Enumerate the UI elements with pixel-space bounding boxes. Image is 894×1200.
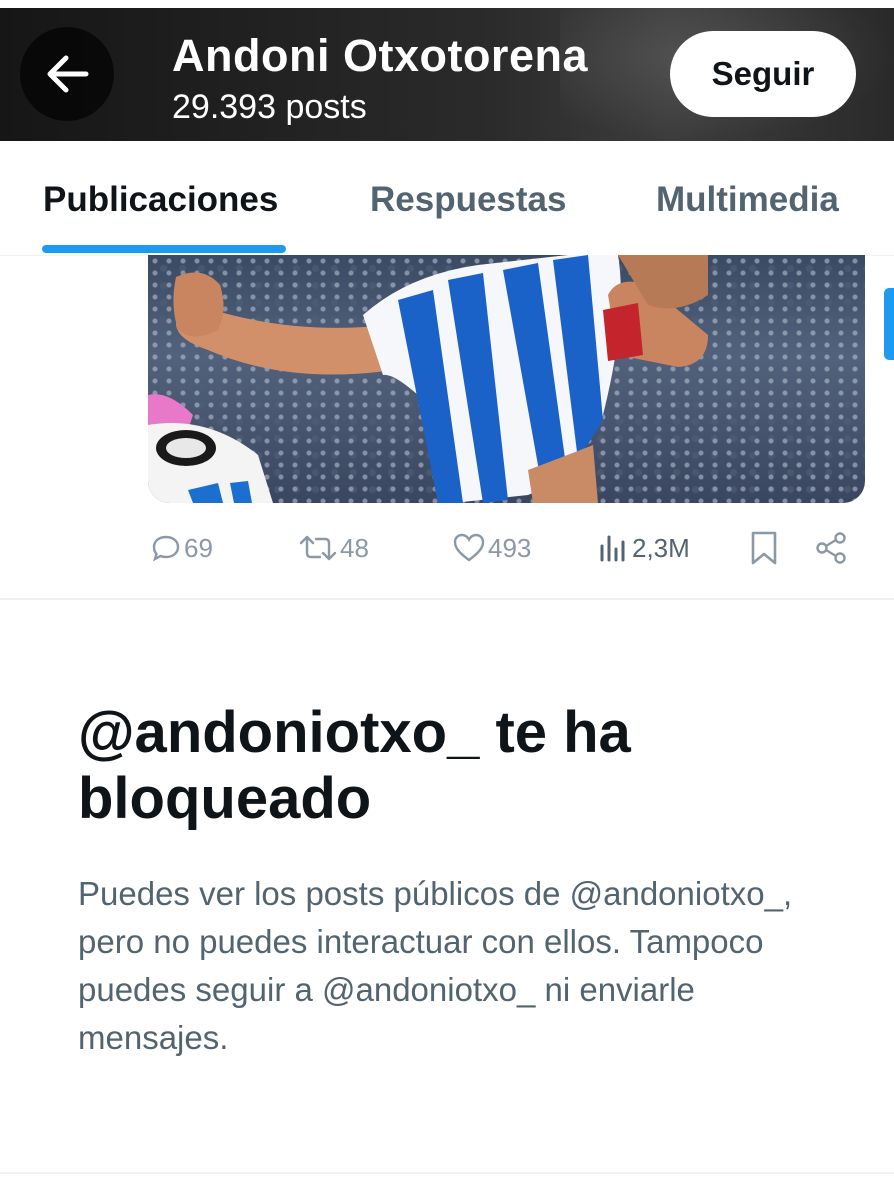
tab-multimedia[interactable]: Multimedia <box>656 141 839 255</box>
post-media-image[interactable] <box>148 255 865 503</box>
status-bar-strip <box>0 0 894 8</box>
follow-button[interactable]: Seguir <box>670 31 856 117</box>
profile-name: Andoni Otxotorena <box>172 30 588 81</box>
like-button[interactable]: 493 <box>452 520 531 576</box>
repost-count: 48 <box>340 532 369 563</box>
share-button[interactable] <box>814 520 848 576</box>
repost-button[interactable]: 48 <box>298 520 369 576</box>
tab-publicaciones[interactable]: Publicaciones <box>43 141 278 255</box>
bar-chart-icon <box>600 535 625 562</box>
scrollbar-thumb[interactable] <box>884 288 894 360</box>
back-button[interactable] <box>20 27 114 121</box>
views-button[interactable]: 2,3M <box>598 520 690 576</box>
bookmark-button[interactable] <box>748 520 780 576</box>
bottom-divider <box>0 1172 894 1174</box>
profile-header: Andoni Otxotorena 29.393 posts Seguir <box>0 0 894 141</box>
post-divider <box>0 598 894 600</box>
active-tab-indicator <box>42 245 286 253</box>
blocked-title: @andoniotxo_ te ha bloqueado <box>78 700 631 831</box>
repost-arrows-icon <box>299 535 337 561</box>
tab-respuestas[interactable]: Respuestas <box>370 141 566 255</box>
heart-icon <box>453 533 485 562</box>
bookmark-icon <box>751 531 777 565</box>
blocked-description: Puedes ver los posts públicos de @andoni… <box>78 875 793 1056</box>
post-actions-bar: 69 48 493 2,3M <box>0 520 894 576</box>
footballer-figure <box>148 255 708 503</box>
posts-count: 29.393 posts <box>172 88 367 126</box>
like-count: 493 <box>488 532 532 563</box>
speech-bubble-icon <box>152 535 180 562</box>
reply-count: 69 <box>184 532 213 563</box>
profile-tabs: Publicaciones Respuestas Multimedia <box>0 141 894 256</box>
arrow-left-icon <box>47 55 89 93</box>
share-icon <box>816 532 846 564</box>
reply-button[interactable]: 69 <box>150 520 213 576</box>
views-count: 2,3M <box>632 532 690 563</box>
